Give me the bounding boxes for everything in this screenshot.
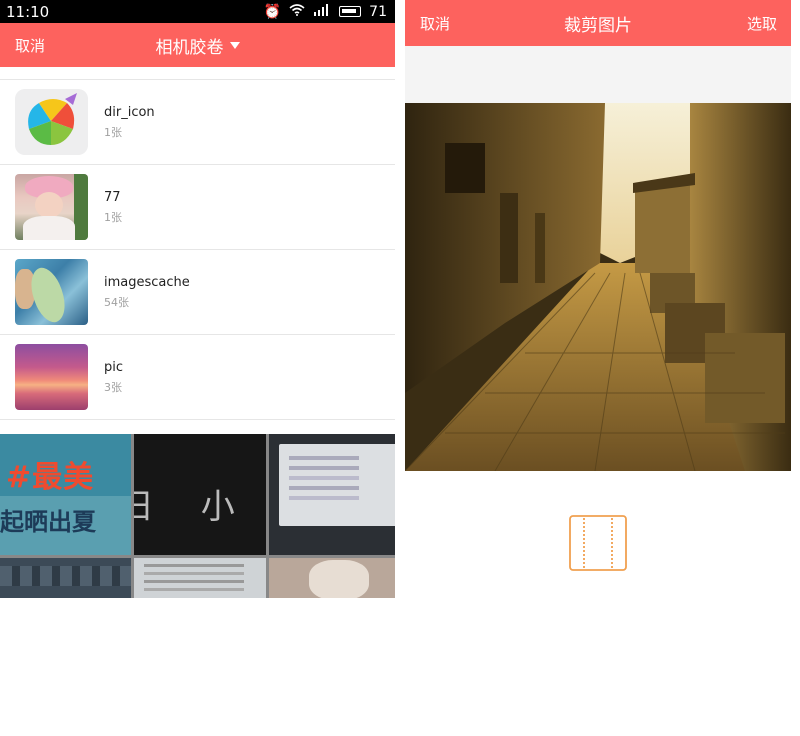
- crop-header: 取消 裁剪图片 选取: [405, 0, 791, 46]
- album-thumbnail: [15, 259, 88, 325]
- album-count: 1张: [104, 210, 122, 224]
- photo-cell[interactable]: [269, 558, 395, 598]
- battery-level: 71: [369, 3, 387, 20]
- album-item-imagescache[interactable]: imagescache 54张: [0, 250, 395, 335]
- album-picker-header: 取消 相机胶卷: [0, 23, 395, 67]
- photo-text: #最美: [6, 460, 95, 495]
- album-dropdown-label: 相机胶卷: [155, 37, 224, 58]
- status-bar: 11:10 ⏰ 71: [0, 0, 395, 23]
- alarm-icon: ⏰: [263, 3, 282, 20]
- album-text: dir_icon 1张: [104, 105, 155, 140]
- album-picker-screen: 11:10 ⏰ 71 取消 相机胶卷 dir_icon 1张 77 1张 ima…: [0, 0, 395, 598]
- crop-frame-icon: [569, 515, 627, 571]
- crop-image-screen: 取消 裁剪图片 选取: [405, 0, 791, 736]
- album-text: pic 3张: [104, 360, 123, 395]
- status-time: 11:10: [6, 2, 50, 21]
- album-count: 3张: [104, 380, 122, 394]
- cancel-button[interactable]: 取消: [420, 13, 450, 34]
- crop-image-area[interactable]: [405, 103, 791, 471]
- thumb-shirt: [23, 216, 75, 240]
- screenshot-root: 11:10 ⏰ 71 取消 相机胶卷 dir_icon 1张 77 1张 ima…: [0, 0, 800, 736]
- status-icons: ⏰ 71: [263, 3, 387, 20]
- photo-cell[interactable]: [134, 558, 266, 598]
- album-name: imagescache: [104, 274, 190, 290]
- photo-cell[interactable]: #最美 起晒出夏: [0, 434, 131, 555]
- album-name: dir_icon: [104, 104, 155, 120]
- photo-text: 日 小: [134, 487, 253, 527]
- alley-photo: [405, 103, 791, 471]
- album-count: 54张: [104, 295, 129, 309]
- photo-grid-dimmed: #最美 起晒出夏 日 小: [0, 434, 395, 598]
- photo-screen: [279, 444, 395, 526]
- album-list: dir_icon 1张 77 1张 imagescache 54张 pic 3张: [0, 67, 395, 420]
- album-item-77[interactable]: 77 1张: [0, 165, 395, 250]
- signal-icon: [313, 3, 331, 20]
- album-name: pic: [104, 359, 124, 375]
- thumb-face: [35, 192, 63, 218]
- album-thumbnail: [15, 89, 88, 155]
- crop-top-margin: [405, 46, 791, 103]
- list-divider: [0, 67, 395, 80]
- album-thumbnail: [15, 344, 88, 410]
- caret-down-icon: [229, 41, 240, 49]
- photo-cell[interactable]: [0, 558, 131, 598]
- album-dropdown[interactable]: 相机胶卷: [156, 33, 240, 58]
- album-count: 1张: [104, 125, 122, 139]
- page-title: 裁剪图片: [564, 15, 632, 36]
- battery-icon: [339, 6, 362, 17]
- album-name: 77: [104, 189, 121, 205]
- photo-cell[interactable]: 日 小: [134, 434, 266, 555]
- album-item-dir-icon[interactable]: dir_icon 1张: [0, 80, 395, 165]
- album-text: imagescache 54张: [104, 275, 190, 310]
- rotate-crop-button[interactable]: [568, 514, 628, 572]
- album-item-pic[interactable]: pic 3张: [0, 335, 395, 420]
- thumb-bg: [74, 174, 88, 240]
- select-button[interactable]: 选取: [747, 13, 777, 34]
- photo-text: 起晒出夏: [0, 508, 96, 536]
- photo-cell[interactable]: [269, 434, 395, 555]
- cancel-button[interactable]: 取消: [15, 35, 45, 56]
- wifi-icon: [289, 3, 305, 20]
- album-text: 77 1张: [104, 190, 122, 225]
- album-thumbnail: [15, 174, 88, 240]
